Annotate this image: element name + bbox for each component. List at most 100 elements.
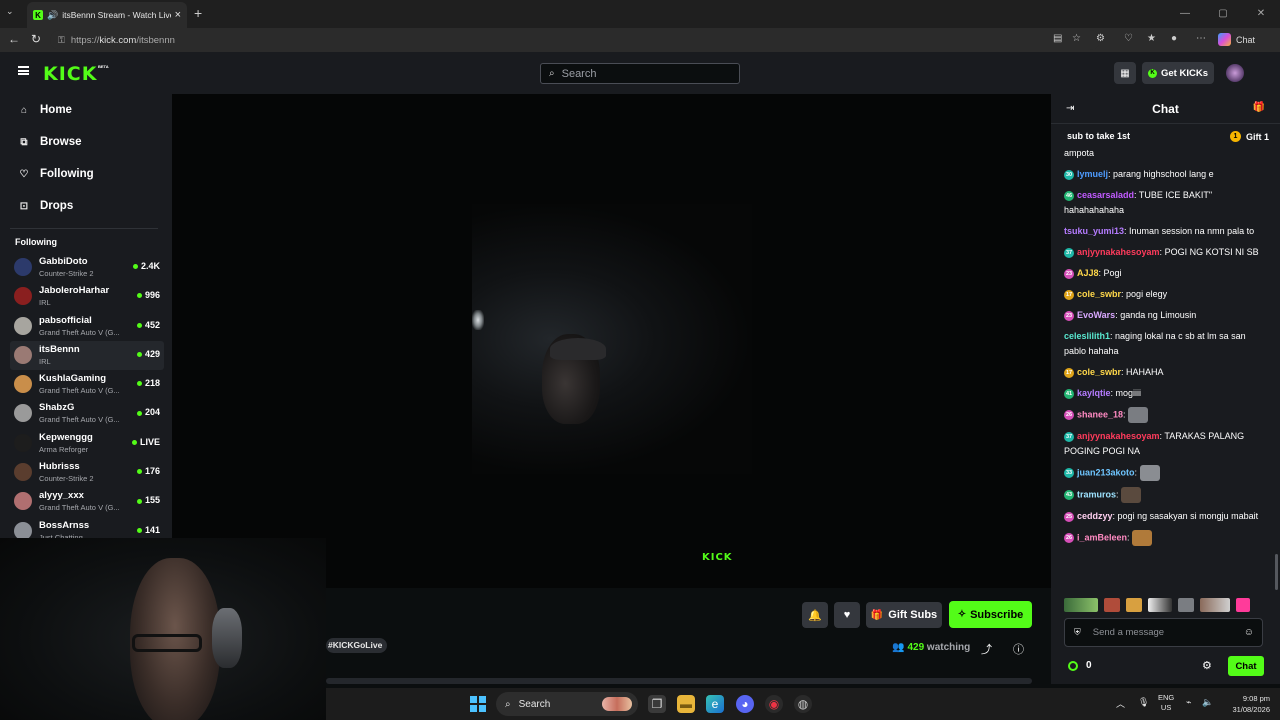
windows-start-icon[interactable] xyxy=(470,696,486,712)
minimize-icon[interactable]: — xyxy=(1166,0,1204,28)
chat-username[interactable]: i_amBeleen xyxy=(1077,532,1127,542)
sidebar-nav-item[interactable]: ⌂ Home xyxy=(0,94,172,126)
chat-username[interactable]: anjyynakahesoyam xyxy=(1077,431,1160,441)
browser-essentials-icon[interactable]: ♡ xyxy=(1124,33,1133,44)
tab-list-chevron-icon[interactable]: ⌄ xyxy=(6,6,14,17)
microphone-icon[interactable]: 🎙 xyxy=(1138,697,1149,708)
language-indicator[interactable]: ENG US xyxy=(1158,693,1174,713)
channel-name: GabbiDoto xyxy=(39,256,88,267)
emote-2[interactable] xyxy=(1104,598,1120,612)
chat-username[interactable]: AJJ8 xyxy=(1077,268,1099,278)
reload-icon[interactable]: ↻ xyxy=(31,32,41,46)
obs-icon[interactable]: ◍ xyxy=(794,695,812,713)
webcam-glasses xyxy=(132,634,202,652)
back-icon[interactable]: ← xyxy=(8,32,20,46)
star-icon: ✧ xyxy=(957,609,967,620)
following-channel[interactable]: Hubrisss Counter-Strike 2 176 xyxy=(10,458,164,487)
emote-4[interactable] xyxy=(1148,598,1172,612)
following-channel[interactable]: pabsofficial Grand Theft Auto V (G... 452 xyxy=(10,312,164,341)
chat-username[interactable]: lymuelj xyxy=(1077,169,1108,179)
network-icon[interactable]: ⌁ xyxy=(1186,697,1191,708)
address-bar[interactable]: ⚿ https://kick.com/itsbennn xyxy=(50,30,1100,50)
emote-6[interactable] xyxy=(1200,598,1230,612)
following-channel[interactable]: alyyy_xxx Grand Theft Auto V (G... 155 xyxy=(10,487,164,516)
pinned-gift-banner[interactable]: sub to take 1st 1 Gift 1 xyxy=(1061,128,1269,146)
following-channel[interactable]: GabbiDoto Counter-Strike 2 2.4K xyxy=(10,253,164,282)
chat-username[interactable]: cole_swbr xyxy=(1077,289,1121,299)
chat-gift-icon[interactable]: 🎁 xyxy=(1253,102,1265,113)
show-hidden-icons[interactable]: ︿ xyxy=(1116,697,1125,710)
follow-heart-button[interactable]: ♥ xyxy=(834,602,860,628)
copilot-chat-label: Chat xyxy=(1236,34,1256,45)
chat-username[interactable]: juan213akoto xyxy=(1077,467,1135,477)
channel-viewers: 141 xyxy=(136,525,160,535)
send-chat-button[interactable]: Chat xyxy=(1228,656,1264,676)
chat-username[interactable]: tramuros xyxy=(1077,489,1116,499)
emote-5[interactable] xyxy=(1178,598,1194,612)
chat-scrollbar[interactable] xyxy=(1275,554,1278,590)
layout-toggle-button[interactable]: ▦ xyxy=(1114,62,1136,84)
share-icon[interactable]: ⤴ xyxy=(981,641,992,657)
emote-1[interactable] xyxy=(1064,598,1098,612)
browser-tab-active[interactable]: K 🔊 itsBennn Stream - Watch Live × xyxy=(27,2,187,28)
sidebar-nav-item[interactable]: ♡ Following xyxy=(0,158,172,190)
chat-settings-icon[interactable]: ⚙ xyxy=(1202,659,1212,672)
edge-browser-icon[interactable]: e xyxy=(706,695,724,713)
kick-logo[interactable]: KICK xyxy=(43,63,97,85)
new-tab-icon[interactable]: + xyxy=(194,5,202,21)
following-channel[interactable]: BossArnss Just Chatting 141 xyxy=(10,517,164,538)
following-channel[interactable]: itsBennn IRL 429 xyxy=(10,340,164,371)
notification-bell-button[interactable]: 🔔 xyxy=(802,602,828,628)
following-channel[interactable]: JaboleroHarhar IRL 996 xyxy=(10,282,164,311)
taskbar-search[interactable]: ⌕ Search xyxy=(496,692,638,716)
emote-7[interactable] xyxy=(1236,598,1250,612)
chat-username[interactable]: ceasarsaladd xyxy=(1077,190,1134,200)
chat-message-input[interactable]: ⛨ Send a message ☺ xyxy=(1064,618,1263,647)
volume-icon[interactable]: 🔈 xyxy=(1202,697,1213,708)
chat-username[interactable]: ceddzyy xyxy=(1077,511,1113,521)
close-tab-icon[interactable]: × xyxy=(175,9,181,21)
close-window-icon[interactable]: ✕ xyxy=(1242,0,1280,28)
app-icon-red[interactable]: ◉ xyxy=(765,695,783,713)
following-channel[interactable]: Kepwenggg Arma Reforger LIVE xyxy=(10,429,164,458)
chat-username[interactable]: celeslilith1 xyxy=(1064,331,1110,341)
sidebar-nav-item[interactable]: ⧉ Browse xyxy=(0,126,172,158)
hamburger-menu-icon[interactable] xyxy=(18,66,29,75)
profile-avatar-icon[interactable]: ● xyxy=(1171,33,1177,44)
following-channel[interactable]: ShabzG Grand Theft Auto V (G... 204 xyxy=(10,399,164,428)
subscribe-button[interactable]: ✧ Subscribe xyxy=(949,601,1032,628)
task-view-icon[interactable]: ❐ xyxy=(648,695,666,713)
chat-username[interactable]: shanee_18 xyxy=(1077,409,1123,419)
url-scheme: https:// xyxy=(70,34,100,46)
file-explorer-icon[interactable]: ▬ xyxy=(677,695,695,713)
info-icon[interactable]: ⓘ xyxy=(1013,641,1024,657)
system-clock[interactable]: 9:08 pm 31/08/2026 xyxy=(1224,693,1270,715)
video-player[interactable]: KICK xyxy=(172,94,1051,588)
maximize-icon[interactable]: ▢ xyxy=(1204,0,1242,28)
get-kicks-button[interactable]: K Get KICKs xyxy=(1142,62,1214,84)
chat-username[interactable]: tsuku_yumi13 xyxy=(1064,226,1124,236)
discord-icon[interactable]: ◕ xyxy=(736,695,754,713)
audio-playing-icon[interactable]: 🔊 xyxy=(47,10,58,21)
gift-subs-button[interactable]: 🎁 Gift Subs xyxy=(866,602,942,628)
extensions-icon[interactable]: ⚙ xyxy=(1096,33,1105,44)
site-info-icon[interactable]: ⚿ xyxy=(58,35,65,46)
search-input[interactable]: ⌕ Search xyxy=(540,63,740,84)
copilot-chat-button[interactable]: Chat xyxy=(1218,33,1255,46)
following-channel[interactable]: KushlaGaming Grand Theft Auto V (G... 218 xyxy=(10,370,164,399)
emoji-picker-icon[interactable]: ☺ xyxy=(1244,627,1254,638)
chat-username[interactable]: kaylqtie xyxy=(1077,388,1111,398)
collections-icon[interactable]: ★ xyxy=(1147,33,1156,44)
channel-points[interactable]: 0 xyxy=(1068,660,1092,671)
favorite-star-icon[interactable]: ☆ xyxy=(1072,33,1081,44)
user-avatar[interactable] xyxy=(1226,64,1244,82)
more-menu-icon[interactable]: ⋯ xyxy=(1196,33,1206,44)
chat-title: Chat xyxy=(1152,102,1179,116)
sidebar-nav-item[interactable]: ⊡ Drops xyxy=(0,190,172,222)
stream-tag[interactable]: #KICKGoLive xyxy=(326,638,388,653)
chat-username[interactable]: EvoWars xyxy=(1077,310,1115,320)
chat-username[interactable]: cole_swbr xyxy=(1077,367,1121,377)
reader-mode-icon[interactable]: ▤ xyxy=(1053,33,1062,44)
chat-username[interactable]: anjyynakahesoyam xyxy=(1077,247,1160,257)
emote-3[interactable] xyxy=(1126,598,1142,612)
